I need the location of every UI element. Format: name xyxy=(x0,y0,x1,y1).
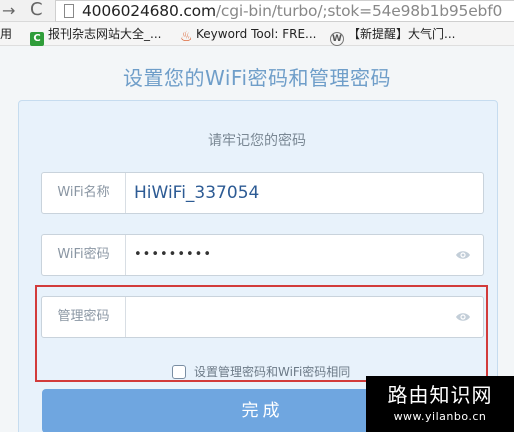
card-subtitle: 请牢记您的密码 xyxy=(208,133,306,149)
bookmark-label: 【新提醒】大气门... xyxy=(348,27,456,41)
bookmarks-bar: 应用 C 报刊杂志网站大全_... ♨Keyword Tool: FRE... W… xyxy=(0,22,514,46)
wordpress-icon: W xyxy=(330,32,344,46)
eye-icon[interactable] xyxy=(455,310,471,324)
admin-password-input[interactable] xyxy=(128,298,448,336)
same-password-checkbox[interactable] xyxy=(172,365,186,379)
address-bar[interactable]: 4006024680.com/cgi-bin/turbo/;stok=54e98… xyxy=(55,0,514,22)
page-icon xyxy=(64,4,74,18)
watermark: 路由知识网 www.yilanbo.cn xyxy=(366,376,514,432)
bookmark-label: 应用 xyxy=(0,27,13,41)
wifi-name-field[interactable]: WiFi名称 HiWiFi_337054 xyxy=(41,172,484,214)
bookmark-magazines[interactable]: C 报刊杂志网站大全_... xyxy=(30,27,161,46)
admin-password-field[interactable]: 管理密码 xyxy=(41,296,484,338)
watermark-url: www.yilanbo.cn xyxy=(393,410,487,423)
url-text[interactable]: 4006024680.com/cgi-bin/turbo/;stok=54e98… xyxy=(82,1,502,21)
same-password-option[interactable]: 设置管理密码和WiFi密码相同 xyxy=(172,361,350,379)
page-title: 设置您的WiFi密码和管理密码 xyxy=(123,66,391,90)
wifi-password-value[interactable]: ••••••••• xyxy=(134,235,212,275)
browser-toolbar: → C 4006024680.com/cgi-bin/turbo/;stok=5… xyxy=(0,0,514,22)
eye-icon[interactable] xyxy=(455,248,471,262)
bookmark-label: Keyword Tool: FRE... xyxy=(196,27,317,41)
url-path: /cgi-bin/turbo/;stok=54e98b1b95ebf0 xyxy=(215,2,503,20)
url-domain: 4006024680.com xyxy=(82,2,216,20)
wifi-password-field[interactable]: WiFi密码 ••••••••• xyxy=(41,234,484,276)
wifi-name-value[interactable]: HiWiFi_337054 xyxy=(134,173,259,213)
bookmark-label: 报刊杂志网站大全_... xyxy=(48,27,162,41)
same-password-label: 设置管理密码和WiFi密码相同 xyxy=(194,365,351,379)
flame-icon: ♨ xyxy=(180,29,193,45)
wifi-name-label: WiFi名称 xyxy=(42,173,126,213)
watermark-title: 路由知识网 xyxy=(387,383,493,407)
wifi-password-label: WiFi密码 xyxy=(42,235,126,275)
bookmark-favicon-icon: C xyxy=(30,32,44,46)
admin-password-label: 管理密码 xyxy=(42,297,126,337)
bookmark-apps[interactable]: 应用 xyxy=(0,27,12,41)
reload-icon[interactable]: C xyxy=(30,0,43,20)
back-arrow-icon[interactable]: → xyxy=(2,1,15,20)
bookmark-reminder[interactable]: W 【新提醒】大气门... xyxy=(330,27,455,46)
bookmark-keyword-tool[interactable]: ♨ Keyword Tool: FRE... xyxy=(180,27,317,44)
